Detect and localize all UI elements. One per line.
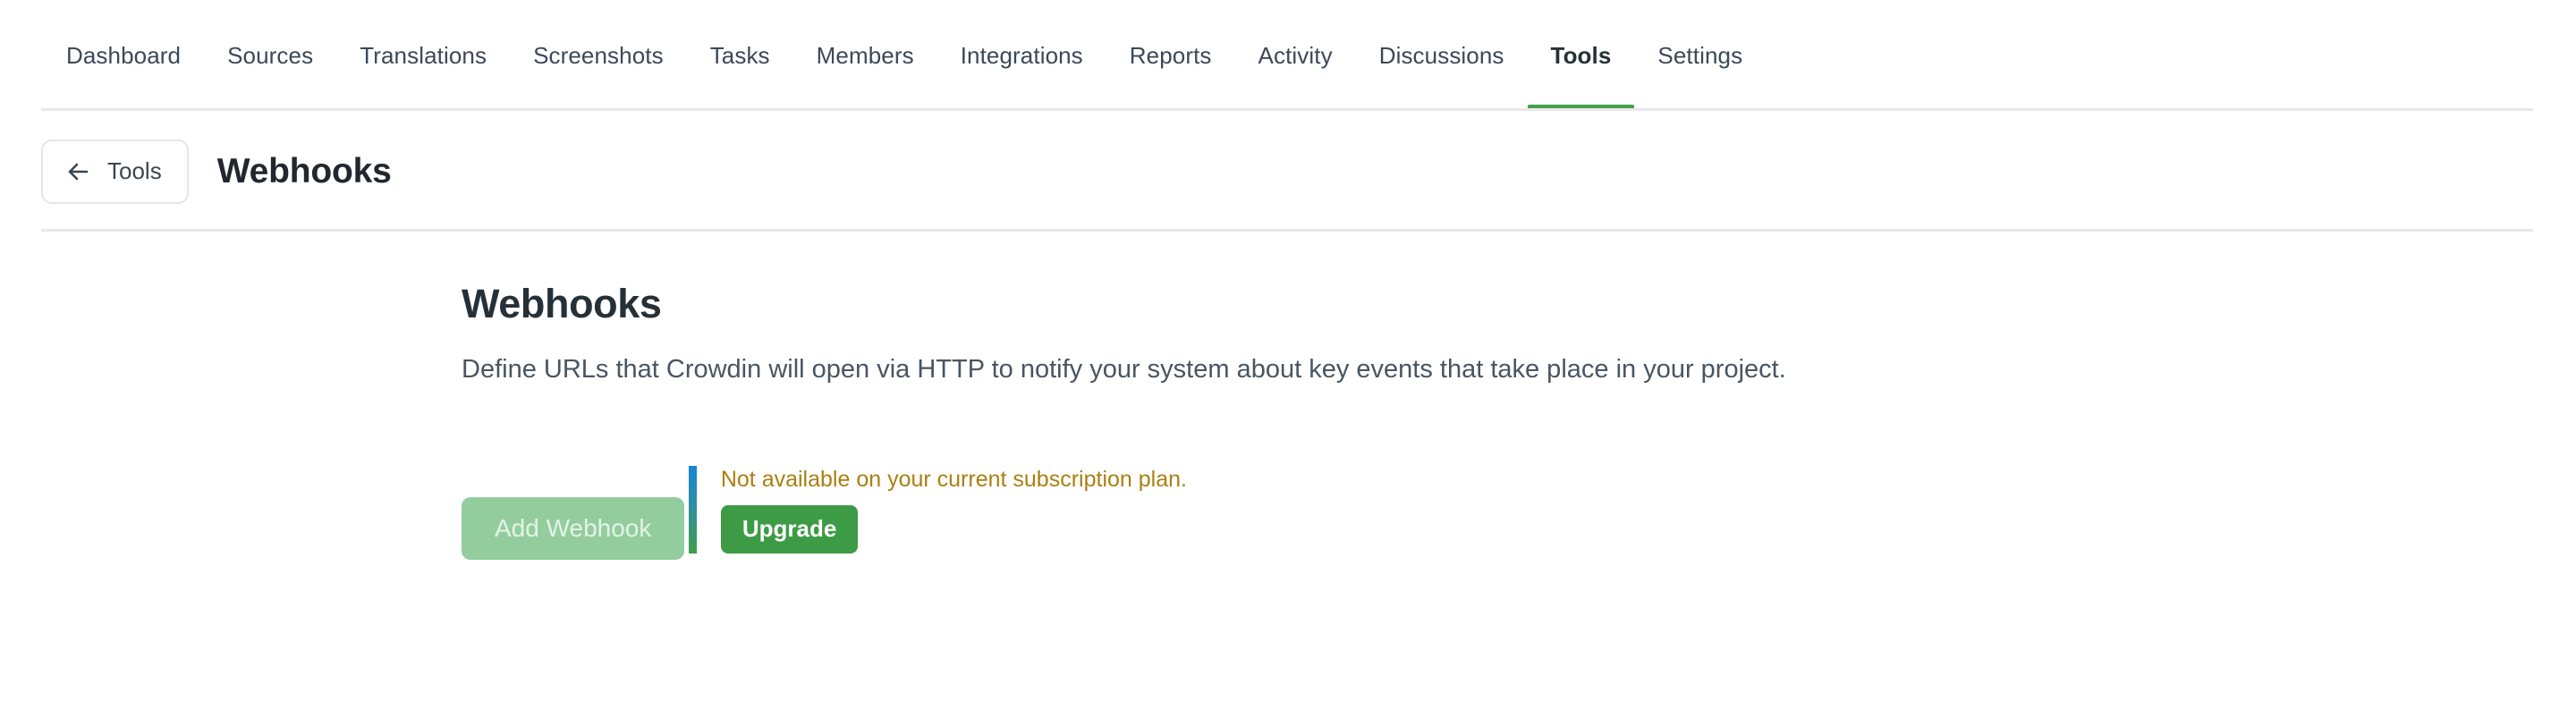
project-navigation: Dashboard Sources Translations Screensho… — [0, 0, 2576, 111]
section-heading: Webhooks — [462, 282, 2161, 326]
sub-header-divider — [41, 229, 2533, 232]
subscription-notice: Not available on your current subscripti… — [689, 466, 1187, 554]
nav-item-label: Discussions — [1379, 44, 1504, 67]
sub-header: Tools Webhooks — [0, 111, 2576, 232]
nav-item-label: Tools — [1551, 44, 1612, 67]
nav-item-label: Activity — [1258, 44, 1333, 67]
notice-message: Not available on your current subscripti… — [721, 466, 1187, 494]
nav-item-settings[interactable]: Settings — [1634, 0, 1766, 111]
nav-item-label: Tasks — [710, 44, 770, 67]
nav-item-members[interactable]: Members — [793, 0, 937, 111]
nav-item-label: Dashboard — [66, 44, 181, 67]
nav-item-label: Screenshots — [533, 44, 664, 67]
nav-item-tools[interactable]: Tools — [1528, 0, 1635, 111]
nav-item-translations[interactable]: Translations — [336, 0, 510, 111]
upgrade-button-label: Upgrade — [742, 515, 836, 543]
notice-accent-bar — [689, 466, 697, 554]
content-inner: Webhooks Define URLs that Crowdin will o… — [462, 282, 2161, 560]
nav-item-label: Settings — [1657, 44, 1742, 67]
nav-item-integrations[interactable]: Integrations — [937, 0, 1106, 111]
nav-item-dashboard[interactable]: Dashboard — [41, 0, 204, 111]
nav-item-reports[interactable]: Reports — [1106, 0, 1235, 111]
nav-item-label: Integrations — [961, 44, 1083, 67]
project-nav-list: Dashboard Sources Translations Screensho… — [41, 0, 1766, 111]
nav-item-label: Sources — [227, 44, 313, 67]
arrow-left-icon — [64, 158, 91, 185]
webhooks-page: Dashboard Sources Translations Screensho… — [0, 0, 2576, 727]
page-title: Webhooks — [217, 152, 392, 191]
nav-item-discussions[interactable]: Discussions — [1356, 0, 1528, 111]
nav-item-tasks[interactable]: Tasks — [687, 0, 793, 111]
upgrade-button[interactable]: Upgrade — [721, 505, 858, 554]
nav-item-label: Translations — [360, 44, 487, 67]
nav-item-label: Reports — [1130, 44, 1212, 67]
add-webhook-button[interactable]: Add Webhook — [462, 497, 684, 560]
back-button-label: Tools — [107, 157, 162, 185]
section-description: Define URLs that Crowdin will open via H… — [462, 352, 2161, 387]
nav-item-activity[interactable]: Activity — [1235, 0, 1356, 111]
add-webhook-label: Add Webhook — [495, 514, 651, 543]
back-to-tools-button[interactable]: Tools — [41, 139, 189, 204]
nav-item-sources[interactable]: Sources — [204, 0, 336, 111]
nav-item-label: Members — [817, 44, 914, 67]
nav-item-screenshots[interactable]: Screenshots — [510, 0, 687, 111]
main-content: Webhooks Define URLs that Crowdin will o… — [0, 232, 2576, 560]
